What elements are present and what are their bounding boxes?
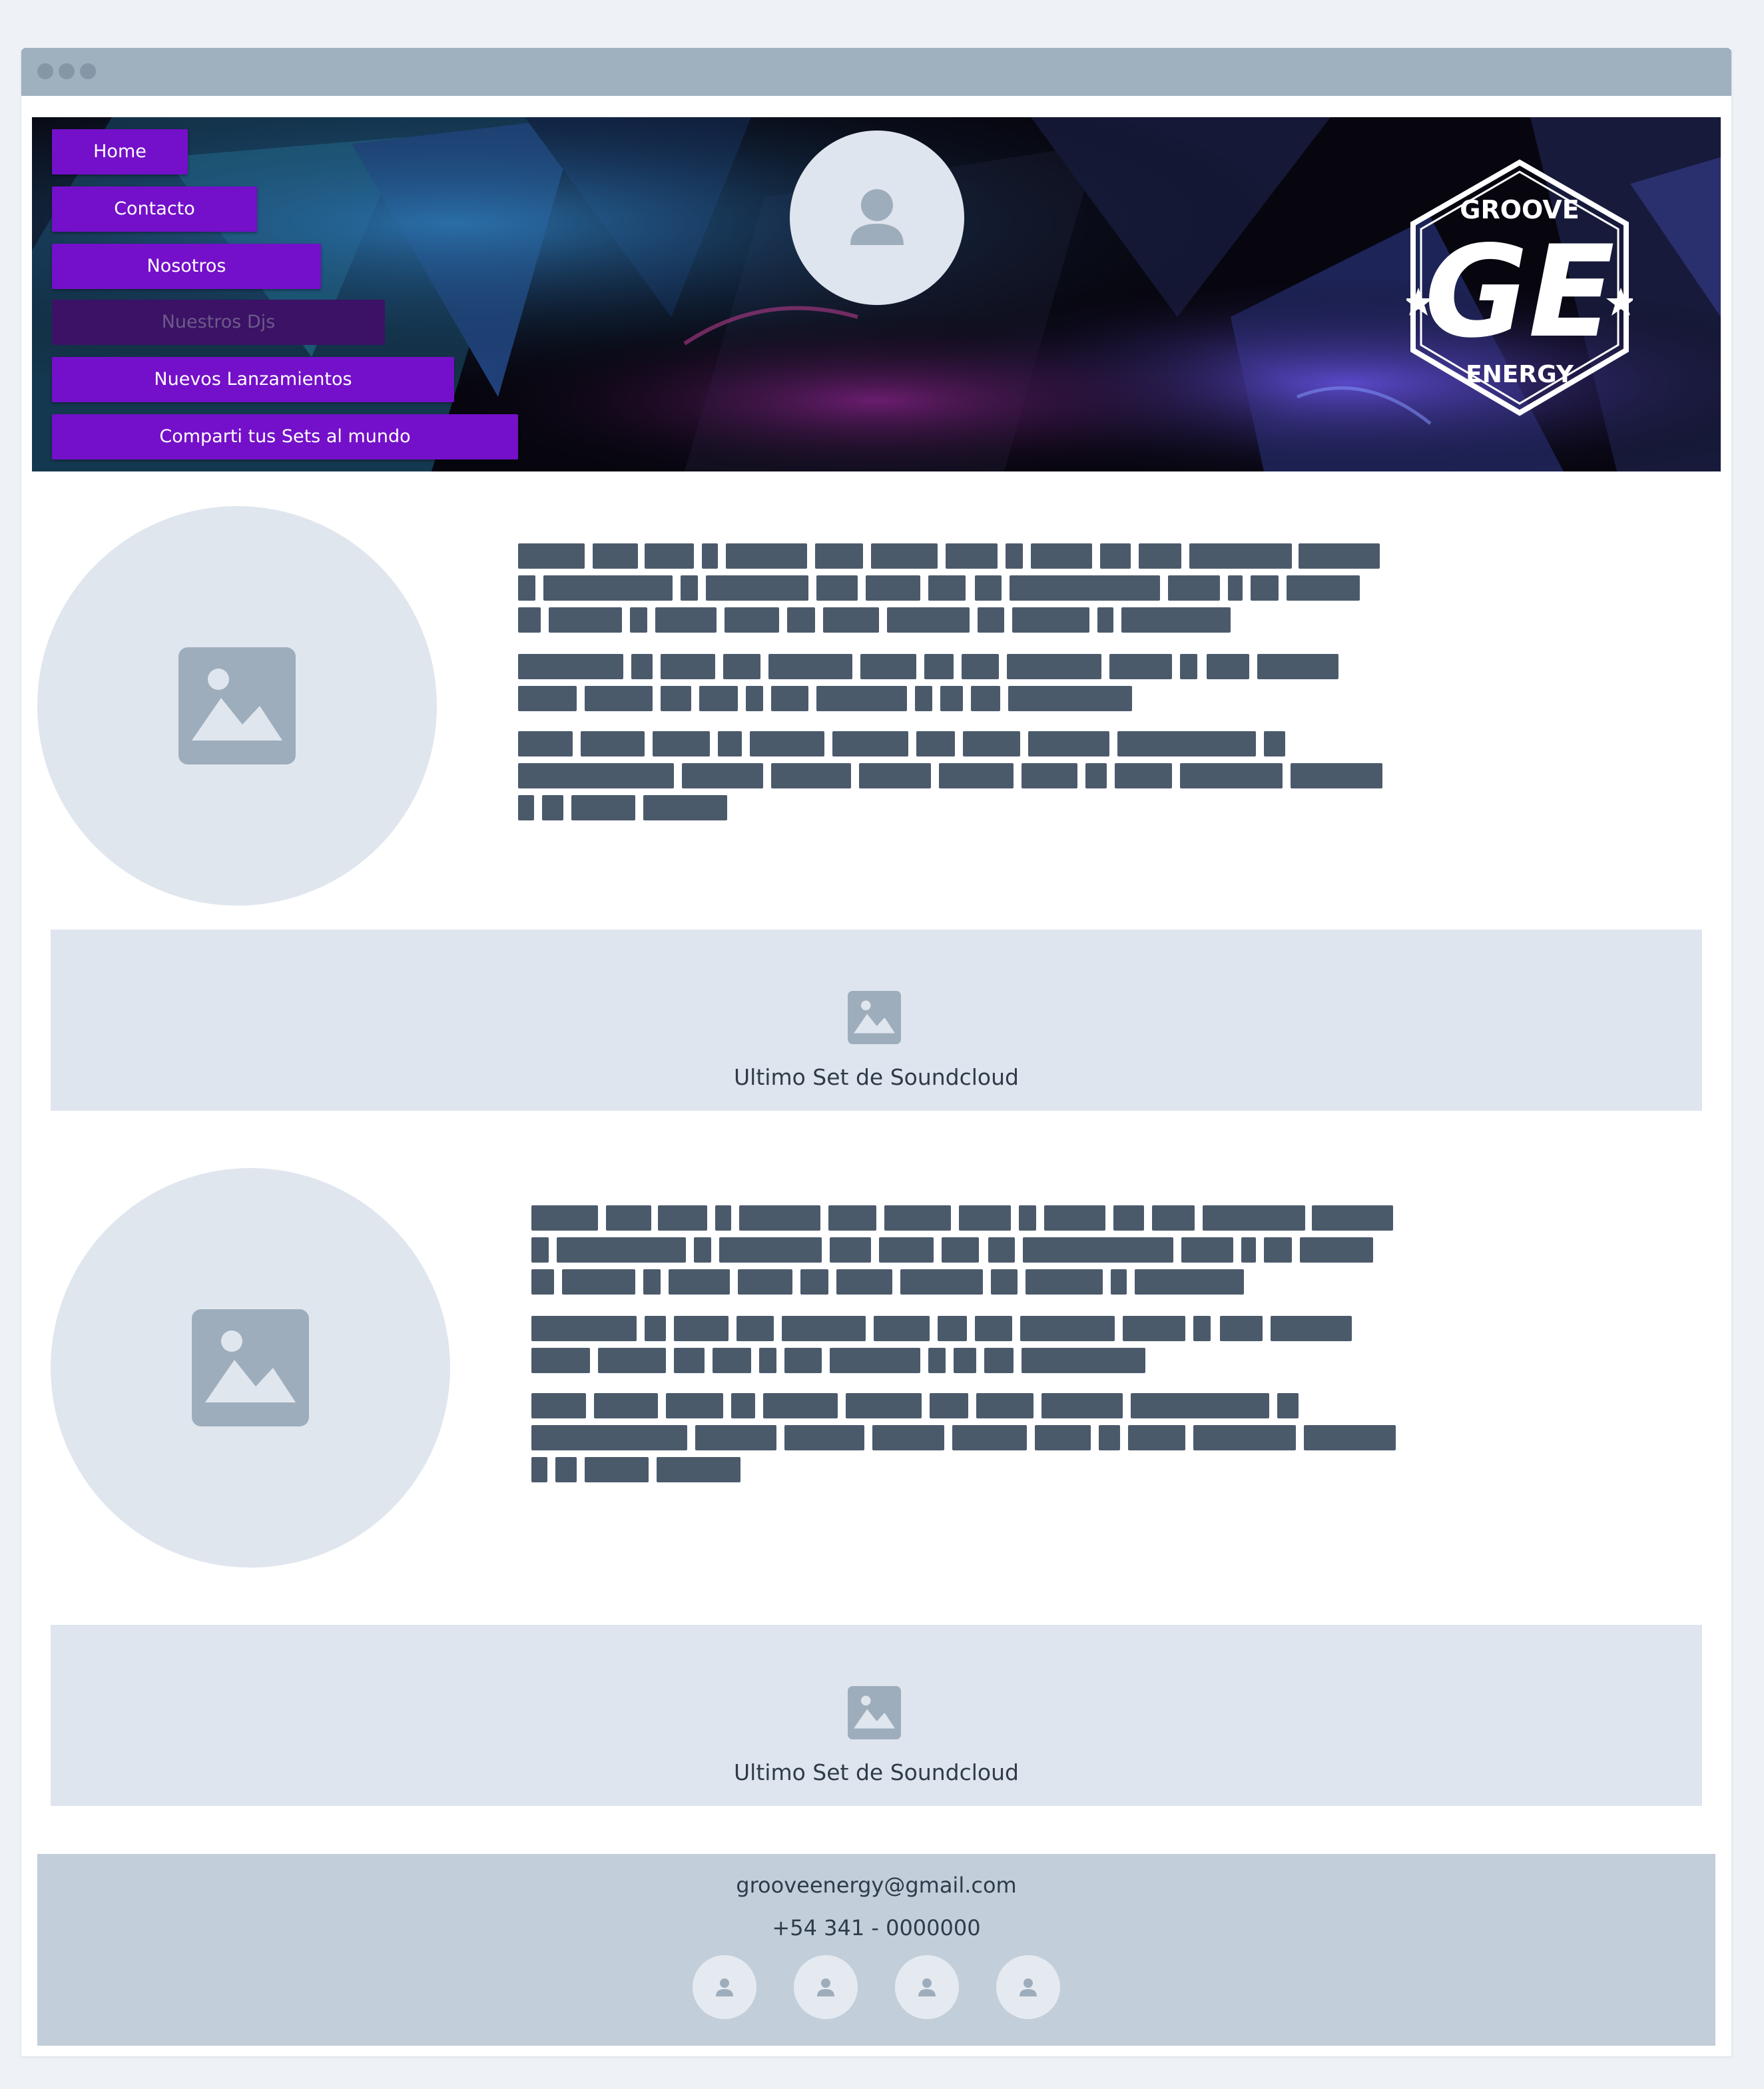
nav-contacto-button[interactable]: Contacto	[52, 186, 257, 232]
user-icon	[918, 1978, 936, 1996]
window-control-close[interactable]	[37, 63, 53, 79]
window-titlebar	[21, 48, 1731, 96]
dj-photo-placeholder	[51, 1168, 450, 1568]
soundcloud-embed-placeholder[interactable]: Ultimo Set de Soundcloud	[51, 1625, 1702, 1806]
logo-monogram: GE	[1424, 218, 1615, 366]
window-control-minimize[interactable]	[59, 63, 75, 79]
logo-bottom-text: ENERGY	[1466, 361, 1574, 388]
window-control-maximize[interactable]	[80, 63, 96, 79]
browser-window: Home Contacto Nosotros Nuestros Djs Nuev…	[21, 48, 1731, 2056]
soundcloud-embed-placeholder[interactable]: Ultimo Set de Soundcloud	[51, 930, 1702, 1111]
footer-email[interactable]: grooveenergy@gmail.com	[37, 1873, 1715, 1898]
image-icon	[848, 1686, 901, 1739]
social-link-3[interactable]	[895, 1955, 959, 2019]
nav-comparti-sets-button[interactable]: Comparti tus Sets al mundo	[52, 414, 518, 459]
user-icon	[1020, 1978, 1037, 1996]
footer: grooveenergy@gmail.com +54 341 - 0000000	[37, 1854, 1715, 2046]
dj-photo-placeholder	[37, 506, 437, 906]
nav-nuestros-djs-button[interactable]: Nuestros Djs	[52, 300, 385, 345]
nav-nosotros-button[interactable]: Nosotros	[52, 244, 321, 289]
user-icon	[817, 1978, 834, 1996]
header-banner: Home Contacto Nosotros Nuestros Djs Nuev…	[32, 117, 1721, 471]
profile-avatar	[790, 131, 964, 305]
image-icon	[178, 647, 296, 764]
soundcloud-embed-label: Ultimo Set de Soundcloud	[734, 1064, 1019, 1090]
nav-home-button[interactable]: Home	[52, 129, 188, 174]
nav-nuevos-lanzamientos-button[interactable]: Nuevos Lanzamientos	[52, 357, 454, 402]
user-icon	[850, 189, 904, 245]
footer-phone: +54 341 - 0000000	[772, 1915, 981, 1940]
social-link-1[interactable]	[693, 1955, 756, 2019]
soundcloud-embed-label: Ultimo Set de Soundcloud	[734, 1759, 1019, 1785]
image-icon	[192, 1309, 309, 1426]
user-icon	[716, 1978, 733, 1996]
social-link-4[interactable]	[996, 1955, 1060, 2019]
image-icon	[848, 991, 901, 1044]
groove-energy-logo: GROOVE GE ENERGY	[1406, 159, 1633, 416]
social-link-2[interactable]	[794, 1955, 858, 2019]
